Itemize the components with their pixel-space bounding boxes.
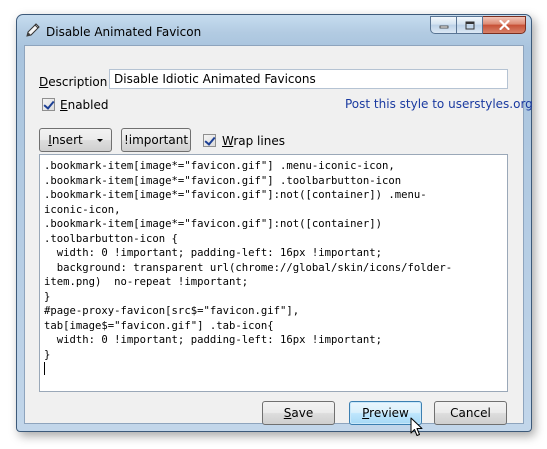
preview-label: Preview (362, 406, 409, 420)
window-title: Disable Animated Favicon (46, 25, 202, 39)
dropdown-arrow-icon (96, 139, 103, 142)
close-button[interactable] (483, 16, 526, 34)
dialog-window: Disable Animated Favicon Description Dis… (16, 14, 533, 436)
css-code-editor[interactable]: .bookmark-item[image*="favicon.gif"] .me… (39, 154, 508, 392)
code-text: .bookmark-item[image*="favicon.gif"] .me… (44, 160, 453, 361)
text-caret (44, 362, 45, 375)
enabled-label[interactable]: Enabled (60, 98, 109, 112)
minimize-button[interactable] (430, 16, 457, 34)
description-label: Description (39, 75, 108, 89)
maximize-icon (465, 21, 474, 29)
description-input[interactable]: Disable Idiotic Animated Favicons (109, 69, 508, 89)
save-label: Save (283, 406, 314, 420)
minimize-icon (439, 25, 448, 29)
cancel-button[interactable]: Cancel (434, 401, 507, 425)
dialog-client-area: Description Disable Idiotic Animated Fav… (24, 45, 533, 436)
important-button[interactable]: !important (121, 128, 191, 152)
pencil-icon (26, 23, 40, 37)
title-bar[interactable]: Disable Animated Favicon (17, 15, 531, 45)
maximize-button[interactable] (457, 16, 483, 34)
insert-label: Insert (48, 133, 83, 147)
wrap-lines-label[interactable]: Wrap lines (222, 134, 285, 148)
mouse-pointer-icon (410, 417, 423, 436)
close-icon (498, 20, 510, 30)
insert-button[interactable]: Insert (39, 128, 112, 152)
wrap-lines-checkbox[interactable] (203, 134, 216, 147)
post-to-userstyles-link[interactable]: Post this style to userstyles.org (345, 97, 533, 111)
caption-buttons (430, 16, 526, 35)
save-button[interactable]: Save (262, 401, 335, 425)
enabled-checkbox[interactable] (42, 98, 55, 111)
